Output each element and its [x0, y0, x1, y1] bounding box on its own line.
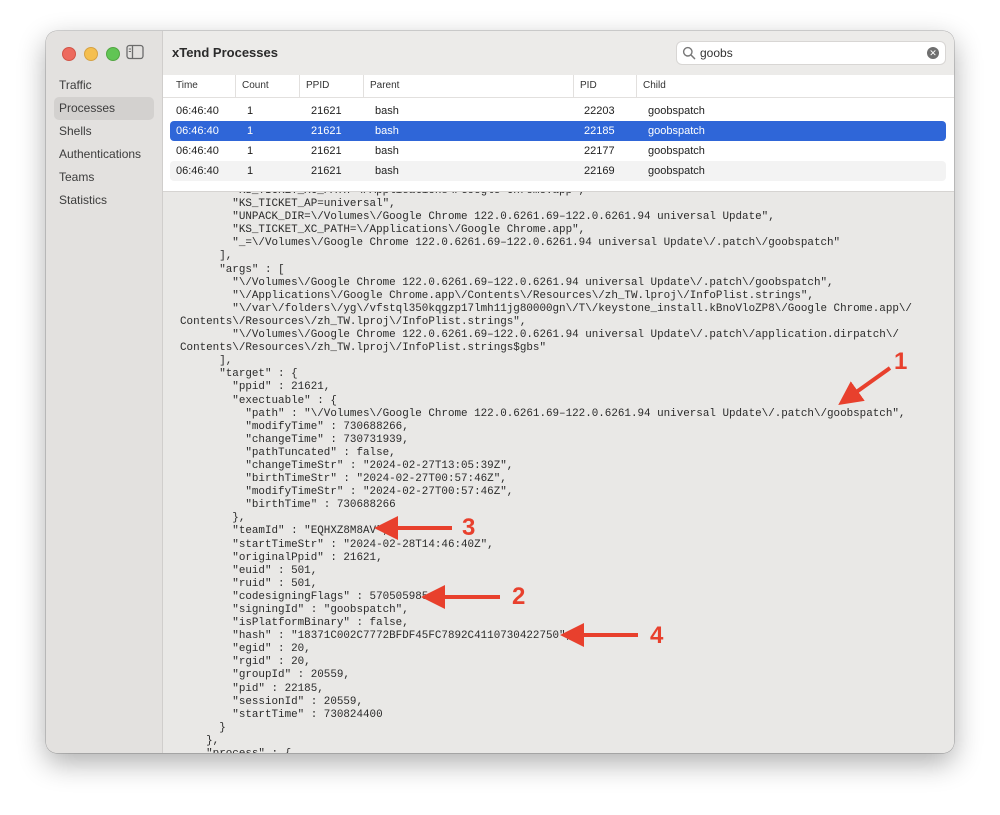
close-window-button[interactable]	[62, 47, 76, 61]
process-json-text: "KS_TICKET_XC_PATH=\/Applications\/Googl…	[180, 192, 912, 753]
search-input[interactable]	[700, 44, 920, 62]
column-header-child[interactable]: Child	[636, 75, 942, 97]
search-icon	[682, 46, 696, 60]
zoom-window-button[interactable]	[106, 47, 120, 61]
sidebar-item-teams[interactable]: Teams	[54, 166, 154, 189]
process-detail-pane[interactable]: "KS_TICKET_XC_PATH=\/Applications\/Googl…	[163, 192, 954, 753]
toolbar: xTend Processes ✕	[163, 31, 954, 75]
cell-count: 1	[247, 165, 254, 177]
sidebar-item-shells[interactable]: Shells	[54, 120, 154, 143]
cell-pid: 22177	[584, 145, 615, 157]
column-header-parent[interactable]: Parent	[363, 75, 573, 97]
table-body: 06:46:40 1 21621 bash 22203 goobspatch 06:46:4…	[170, 101, 946, 181]
sidebar-item-statistics[interactable]: Statistics	[54, 189, 154, 212]
cell-child: goobspatch	[648, 145, 705, 157]
sidebar-item-processes[interactable]: Processes	[54, 97, 154, 120]
cell-count: 1	[247, 105, 254, 117]
window-controls	[62, 47, 120, 61]
cell-pid: 22185	[584, 125, 615, 137]
cell-parent: bash	[375, 125, 399, 137]
cell-count: 1	[247, 145, 254, 157]
clear-search-icon[interactable]: ✕	[927, 47, 939, 59]
column-header-pid[interactable]: PID	[573, 75, 636, 97]
cell-time: 06:46:40	[176, 165, 219, 177]
cell-parent: bash	[375, 105, 399, 117]
cell-ppid: 21621	[311, 145, 342, 157]
sidebar: Traffic Processes Shells Authentications Tea…	[46, 31, 163, 753]
table-row[interactable]: 06:46:40 1 21621 bash 22203 goobspatch	[170, 101, 946, 121]
column-header-count[interactable]: Count	[235, 75, 299, 97]
cell-time: 06:46:40	[176, 145, 219, 157]
sidebar-item-traffic[interactable]: Traffic	[54, 74, 154, 97]
table-header: Time Count PPID Parent PID Child	[163, 75, 954, 98]
cell-pid: 22169	[584, 165, 615, 177]
window-title: xTend Processes	[172, 45, 278, 60]
cell-child: goobspatch	[648, 105, 705, 117]
cell-time: 06:46:40	[176, 105, 219, 117]
cell-ppid: 21621	[311, 105, 342, 117]
column-header-time[interactable]: Time	[170, 75, 235, 97]
sidebar-item-authentications[interactable]: Authentications	[54, 143, 154, 166]
cell-count: 1	[247, 125, 254, 137]
table-row[interactable]: 06:46:40 1 21621 bash 22177 goobspatch	[170, 141, 946, 161]
table-row[interactable]: 06:46:40 1 21621 bash 22169 goobspatch	[170, 161, 946, 181]
cell-child: goobspatch	[648, 165, 705, 177]
table-row[interactable]: 06:46:40 1 21621 bash 22185 goobspatch	[170, 121, 946, 141]
cell-parent: bash	[375, 165, 399, 177]
cell-ppid: 21621	[311, 165, 342, 177]
process-table: Time Count PPID Parent PID Child 06:46:4…	[163, 75, 954, 192]
cell-pid: 22203	[584, 105, 615, 117]
cell-ppid: 21621	[311, 125, 342, 137]
sidebar-toggle-icon[interactable]	[126, 44, 144, 60]
sidebar-nav: Traffic Processes Shells Authentications Tea…	[54, 74, 154, 212]
column-header-ppid[interactable]: PPID	[299, 75, 363, 97]
app-window: Traffic Processes Shells Authentications Tea…	[46, 31, 954, 753]
cell-time: 06:46:40	[176, 125, 219, 137]
search-field[interactable]: ✕	[676, 41, 946, 65]
cell-child: goobspatch	[648, 125, 705, 137]
main-panel: xTend Processes ✕ Time Count PPID Parent…	[163, 31, 954, 753]
minimize-window-button[interactable]	[84, 47, 98, 61]
cell-parent: bash	[375, 145, 399, 157]
